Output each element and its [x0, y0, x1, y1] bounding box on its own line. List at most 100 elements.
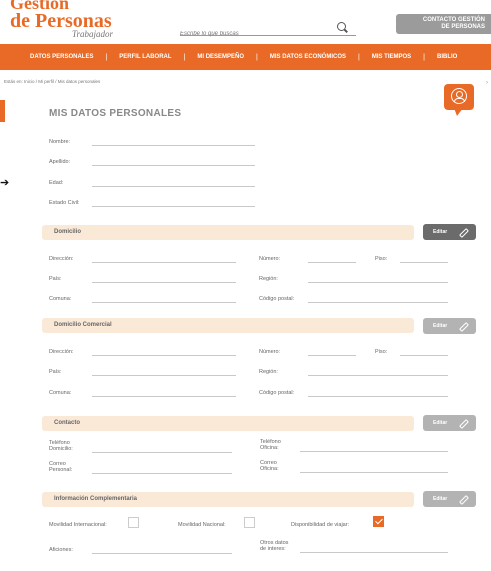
- edad-field[interactable]: [92, 186, 255, 187]
- nav-separator: |: [183, 53, 186, 61]
- movilidad-nacional-checkbox[interactable]: [244, 517, 255, 528]
- user-icon: [451, 88, 467, 104]
- section-domicilio-comercial: Domicilio Comercial: [42, 318, 414, 333]
- pais-label: País:: [49, 276, 62, 282]
- correo-oficina-label: Correo Oficina:: [260, 460, 279, 472]
- direccion-field[interactable]: [92, 262, 236, 263]
- disponibilidad-viajar-label: Disponibilidad de viajar:: [291, 522, 350, 528]
- search-icon[interactable]: [337, 22, 346, 31]
- nombre-field[interactable]: [92, 145, 255, 146]
- label-line: Domicilio:: [49, 446, 73, 452]
- telefono-oficina-label: Teléfono Oficina:: [260, 439, 281, 451]
- estado-civil-field[interactable]: [92, 206, 255, 207]
- search-box: [180, 22, 356, 40]
- header: Gestión de Personas Trabajador CONTACTO …: [0, 0, 491, 44]
- correo-oficina-field[interactable]: [300, 472, 448, 473]
- estado-civil-label: Estado Civil:: [49, 200, 80, 206]
- nav-item-datos-personales[interactable]: DATOS PERSONALES: [0, 54, 93, 60]
- movilidad-internacional-checkbox[interactable]: [128, 517, 139, 528]
- numero-label: Número:: [259, 349, 281, 355]
- otros-datos-field[interactable]: [300, 552, 448, 553]
- region-field[interactable]: [308, 282, 448, 283]
- pencil-icon: [459, 228, 469, 238]
- section-contacto: Contacto: [42, 416, 414, 431]
- pais-field[interactable]: [92, 375, 236, 376]
- edit-button-label: Editar: [433, 229, 448, 235]
- piso-label: Piso:: [375, 349, 388, 355]
- comuna-field[interactable]: [92, 396, 236, 397]
- piso-field[interactable]: [400, 262, 448, 263]
- section-informacion-complementaria: Información Complementaria: [42, 492, 414, 507]
- otros-datos-label: Otros datos de interes:: [260, 540, 288, 552]
- label-line: de interes:: [260, 546, 286, 552]
- pencil-icon: [459, 419, 469, 429]
- region-label: Región:: [259, 276, 278, 282]
- telefono-oficina-field[interactable]: [300, 451, 448, 452]
- contact-gestion-button[interactable]: CONTACTO GESTIÓN DE PERSONAS: [396, 14, 491, 34]
- edit-contacto-button[interactable]: Editar: [423, 415, 476, 431]
- breadcrumb: Estás en: Inicio / Mi perfil / Mis datos…: [4, 79, 101, 84]
- main-nav: DATOS PERSONALES | PERFIL LABORAL | MI D…: [0, 44, 491, 70]
- chevron-right-icon[interactable]: ›: [486, 80, 488, 86]
- arrow-right-icon: ➔: [0, 177, 10, 189]
- comuna-label: Comuna:: [49, 390, 72, 396]
- numero-field[interactable]: [308, 355, 356, 356]
- disponibilidad-viajar-checkbox[interactable]: [373, 516, 384, 527]
- nav-item-mis-tiempos[interactable]: MIS TIEMPOS: [360, 54, 411, 60]
- codigo-postal-field[interactable]: [308, 302, 448, 303]
- apellido-label: Apellido:: [49, 159, 71, 165]
- logo-subtitle: Trabajador: [72, 29, 114, 39]
- breadcrumb-bar: Estás en: Inicio / Mi perfil / Mis datos…: [0, 70, 491, 100]
- nav-separator: |: [423, 53, 425, 61]
- correo-personal-field[interactable]: [92, 473, 232, 474]
- direccion-field[interactable]: [92, 355, 236, 356]
- edit-domicilio-comercial-button[interactable]: Editar: [423, 318, 476, 334]
- direccion-label: Dirección:: [49, 256, 74, 262]
- section-title: Información Complementaria: [54, 496, 138, 502]
- section-title: Contacto: [54, 420, 80, 426]
- edit-domicilio-button[interactable]: Editar: [423, 224, 476, 240]
- nav-separator: |: [358, 53, 360, 61]
- edad-label: Edad:: [49, 180, 64, 186]
- piso-label: Piso:: [375, 256, 388, 262]
- section-domicilio: Domicilio: [42, 225, 414, 240]
- edit-complementaria-button[interactable]: Editar: [423, 491, 476, 507]
- edit-button-label: Editar: [433, 323, 448, 329]
- nav-item-biblio[interactable]: BIBLIO: [425, 54, 457, 60]
- left-accent-tab: [0, 100, 5, 122]
- movilidad-internacional-label: Movilidad Internacional:: [49, 522, 107, 528]
- codigo-postal-field[interactable]: [308, 396, 448, 397]
- contact-button-line1: CONTACTO GESTIÓN: [422, 17, 485, 23]
- nav-item-mi-desempeno[interactable]: MI DESEMPEÑO: [185, 54, 244, 60]
- profile-badge[interactable]: [444, 84, 474, 116]
- region-field[interactable]: [308, 375, 448, 376]
- numero-field[interactable]: [308, 262, 356, 263]
- label-line: Oficina:: [260, 445, 279, 451]
- codigo-postal-label: Código postal:: [259, 296, 295, 302]
- codigo-postal-label: Código postal:: [259, 390, 295, 396]
- nav-item-mis-datos-economicos[interactable]: MIS DATOS ECONÓMICOS: [258, 54, 346, 60]
- edit-button-label: Editar: [433, 420, 448, 426]
- apellido-field[interactable]: [92, 165, 255, 166]
- nav-separator: |: [105, 53, 108, 61]
- telefono-domicilio-label: Teléfono Domicilio:: [49, 440, 73, 452]
- comuna-label: Comuna:: [49, 296, 72, 302]
- nav-separator: |: [256, 53, 258, 61]
- section-title: Domicilio: [54, 229, 82, 235]
- region-label: Región:: [259, 369, 278, 375]
- comuna-field[interactable]: [92, 302, 236, 303]
- telefono-domicilio-field[interactable]: [92, 452, 232, 453]
- aficiones-label: Aficiones:: [49, 547, 73, 553]
- nav-item-perfil-laboral[interactable]: PERFIL LABORAL: [107, 54, 171, 60]
- label-line: Oficina:: [260, 466, 279, 472]
- pais-label: País:: [49, 369, 62, 375]
- aficiones-field[interactable]: [92, 553, 232, 554]
- piso-field[interactable]: [400, 355, 448, 356]
- label-line: Personal:: [49, 467, 73, 473]
- pais-field[interactable]: [92, 282, 236, 283]
- contact-button-line2: DE PERSONAS: [441, 24, 485, 30]
- direccion-label: Dirección:: [49, 349, 74, 355]
- nombre-label: Nombre:: [49, 139, 71, 145]
- search-input[interactable]: [180, 28, 330, 40]
- page-title: MIS DATOS PERSONALES: [49, 108, 182, 119]
